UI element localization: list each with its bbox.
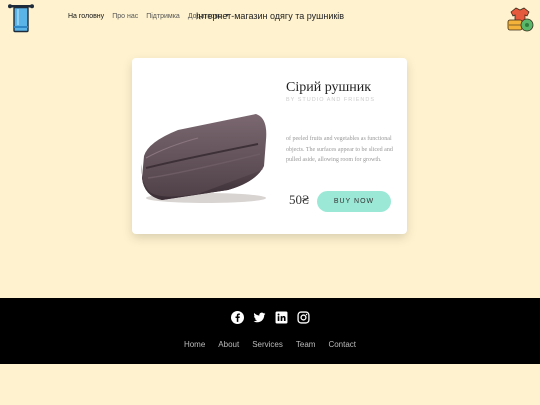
site-title: Інтернет-магазин одягу та рушників <box>195 11 345 21</box>
clothes-pile-icon[interactable] <box>505 3 535 33</box>
footer-link-services[interactable]: Services <box>252 340 283 349</box>
footer-link-contact[interactable]: Contact <box>328 340 356 349</box>
footer-link-home[interactable]: Home <box>184 340 205 349</box>
footer-nav: Home About Services Team Contact <box>0 340 540 349</box>
footer: Home About Services Team Contact <box>0 298 540 364</box>
twitter-icon[interactable] <box>253 311 266 324</box>
linkedin-icon[interactable] <box>275 311 288 324</box>
product-description: of peeled fruits and vegetables as funct… <box>286 136 393 163</box>
facebook-icon[interactable] <box>230 311 244 324</box>
instagram-icon[interactable] <box>296 311 310 324</box>
buy-now-button[interactable]: BUY NOW <box>317 191 391 212</box>
social-links <box>0 311 540 324</box>
navbar: На головну Про нас Підтримка Додатково І… <box>0 0 540 36</box>
product-image <box>138 108 270 204</box>
product-title: Сірий рушник <box>286 80 372 95</box>
product-card: Сірий рушник BY STUDIO AND FRIENDS of pe… <box>132 58 407 234</box>
product-subtitle: BY STUDIO AND FRIENDS <box>286 97 376 103</box>
product-price: 50₴ <box>289 192 310 207</box>
footer-link-team[interactable]: Team <box>296 340 316 349</box>
footer-link-about[interactable]: About <box>218 340 239 349</box>
